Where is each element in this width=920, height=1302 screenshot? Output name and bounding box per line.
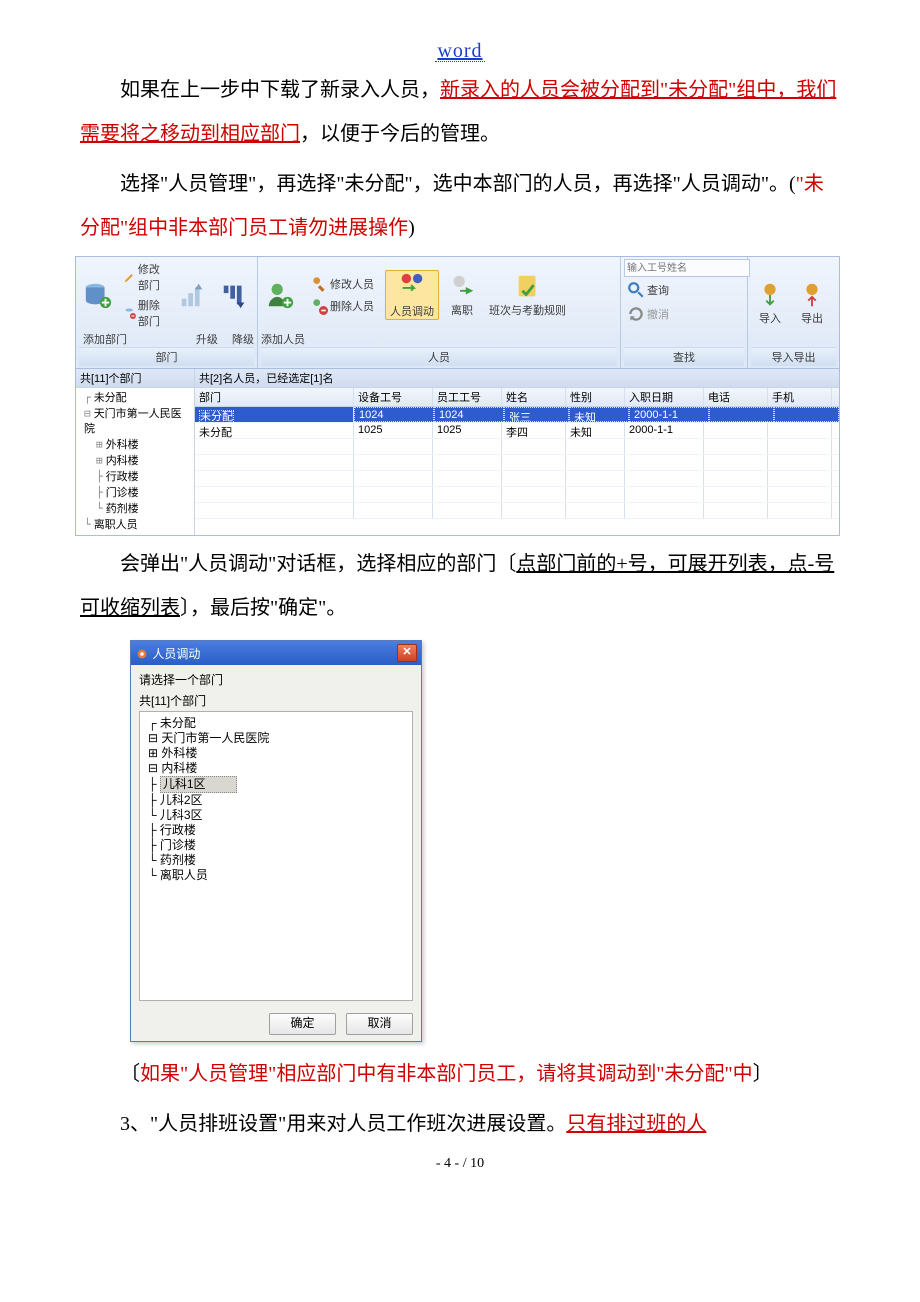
- table-row[interactable]: 未分配 1025 1025 李四 未知 2000-1-1: [195, 423, 839, 439]
- paragraph-5: 3、"人员排班设置"用来对人员工作班次进展设置。只有排过班的人: [80, 1102, 840, 1146]
- shift-rule-button[interactable]: 班次与考勤规则: [485, 272, 570, 318]
- dialog-count: 共[11]个部门: [139, 692, 413, 709]
- table-row: [195, 471, 839, 487]
- cancel-search-button[interactable]: 撤消: [624, 303, 744, 325]
- dialog-tree[interactable]: ┌ 未分配 ⊟ 天门市第一人民医院 ⊞ 外科楼 ⊟ 内科楼 ├ 儿科1区 ├ 儿…: [139, 711, 413, 1001]
- page-header: word: [80, 40, 840, 62]
- ok-button[interactable]: 确定: [269, 1013, 336, 1035]
- table-row[interactable]: 未分配 1024 1024 张三 未知 2000-1-1: [195, 407, 839, 423]
- table-row: [195, 439, 839, 455]
- page-footer: - 4 - / 10: [80, 1156, 840, 1172]
- add-person-button[interactable]: [261, 280, 299, 310]
- user-export-icon: [797, 280, 827, 310]
- search-input[interactable]: [624, 259, 750, 277]
- dept-tree[interactable]: ┌ 未分配 ⊟ 天门市第一人民医院 ⊞ 外科楼 ⊞ 内科楼 ├ 行政楼 ├ 门诊…: [76, 388, 194, 535]
- paragraph-3: 会弹出"人员调动"对话框，选择相应的部门〔点部门前的+号，可展开列表，点-号可收…: [80, 542, 840, 630]
- dept-count: 共[11]个部门: [76, 369, 194, 388]
- pencil-icon: [124, 268, 136, 286]
- import-button[interactable]: 导入: [751, 280, 789, 326]
- delete-dept-button[interactable]: 删除部门: [121, 295, 170, 331]
- user-delete-icon: [310, 297, 328, 315]
- refresh-icon: [627, 305, 645, 323]
- transfer-person-button[interactable]: 人员调动: [385, 270, 439, 320]
- upgrade-button[interactable]: [174, 280, 212, 310]
- table-row: [195, 455, 839, 471]
- paragraph-2: 选择"人员管理"，再选择"未分配"，选中本部门的人员，再选择"人员调动"。("未…: [80, 162, 840, 250]
- database-add-icon: [83, 280, 113, 310]
- user-import-icon: [755, 280, 785, 310]
- leave-button[interactable]: 离职: [443, 272, 481, 318]
- close-icon[interactable]: ✕: [397, 644, 417, 662]
- user-edit-icon: [310, 275, 328, 293]
- cancel-button[interactable]: 取消: [346, 1013, 413, 1035]
- modify-person-button[interactable]: 修改人员: [307, 273, 377, 295]
- user-add-icon: [265, 280, 295, 310]
- selected-node[interactable]: 儿科1区: [160, 776, 237, 793]
- table-row: [195, 487, 839, 503]
- grid-header: 部门 设备工号 员工工号 姓名 性别 入职日期 电话 手机: [195, 388, 839, 407]
- paragraph-4: 〔如果"人员管理"相应部门中有非本部门员工，请将其调动到"未分配"中〕: [80, 1052, 840, 1096]
- screenshot-toolbar: 修改部门 删除部门 添加部门升级 降级 部门 修改人员 删除人员: [80, 256, 840, 536]
- search-button[interactable]: 查询: [624, 279, 744, 301]
- gear-icon: [135, 647, 149, 661]
- note-check-icon: [513, 272, 543, 302]
- paragraph-1: 如果在上一步中下载了新录入人员，新录入的人员会被分配到"未分配"组中，我们需要将…: [80, 68, 840, 156]
- add-dept-button[interactable]: [79, 280, 117, 310]
- user-leave-icon: [447, 272, 477, 302]
- table-row: [195, 503, 839, 519]
- magnifier-icon: [627, 281, 645, 299]
- bars-down-icon: [220, 280, 250, 310]
- dialog-title: 人员调动: [135, 645, 200, 662]
- users-swap-icon: [397, 271, 427, 301]
- transfer-dialog: 人员调动 ✕ 请选择一个部门 共[11]个部门 ┌ 未分配 ⊟ 天门市第一人民医…: [130, 640, 422, 1042]
- database-delete-icon: [124, 304, 136, 322]
- modify-dept-button[interactable]: 修改部门: [121, 259, 170, 295]
- dialog-prompt: 请选择一个部门: [139, 671, 413, 688]
- export-button[interactable]: 导出: [793, 280, 831, 326]
- bars-up-icon: [178, 280, 208, 310]
- delete-person-button[interactable]: 删除人员: [307, 295, 377, 317]
- person-count: 共[2]名人员，已经选定[1]名: [195, 369, 839, 388]
- downgrade-button[interactable]: [216, 280, 254, 310]
